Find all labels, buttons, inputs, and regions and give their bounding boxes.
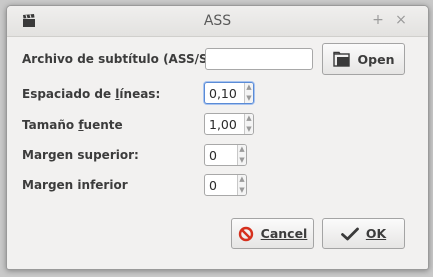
spin-down-icon[interactable]: ▼ — [239, 186, 245, 195]
open-button-label: Open — [357, 51, 395, 67]
bottom-margin-spinner[interactable]: 0 ▲ ▼ — [204, 174, 247, 196]
spin-down-icon[interactable]: ▼ — [239, 156, 245, 165]
line-spacing-value[interactable]: 0,10 — [209, 86, 237, 101]
cancel-button[interactable]: Cancel — [231, 218, 314, 249]
cancel-icon — [238, 226, 253, 241]
subtitle-file-label: Archivo de subtítulo (ASS/SSA): — [22, 52, 236, 66]
cancel-button-label: Cancel — [260, 226, 308, 241]
subtitle-file-input[interactable] — [205, 48, 313, 70]
font-size-label: Tamaño fuente — [22, 118, 123, 132]
spin-up-icon[interactable]: ▲ — [246, 83, 252, 92]
line-spacing-label: Espaciado de líneas: — [22, 87, 161, 101]
spin-up-icon[interactable]: ▲ — [246, 114, 252, 123]
spin-up-icon[interactable]: ▲ — [239, 175, 245, 184]
top-margin-value[interactable]: 0 — [209, 148, 217, 163]
spin-down-icon[interactable]: ▼ — [246, 125, 252, 134]
spin-up-icon[interactable]: ▲ — [239, 145, 245, 154]
ass-dialog: ASS + × Archivo de subtítulo (ASS/SSA): … — [6, 5, 429, 270]
open-button[interactable]: Open — [322, 43, 405, 75]
ok-button[interactable]: OK — [322, 218, 405, 249]
ok-button-label: OK — [365, 226, 387, 241]
close-button[interactable]: × — [393, 12, 409, 28]
spin-down-icon[interactable]: ▼ — [246, 94, 252, 103]
font-size-value[interactable]: 1,00 — [209, 117, 237, 132]
bottom-margin-label: Margen inferior — [22, 178, 128, 192]
title-bar[interactable]: ASS + × — [7, 6, 428, 37]
maximize-button[interactable]: + — [370, 12, 386, 28]
font-size-spinner[interactable]: 1,00 ▲ ▼ — [204, 113, 254, 135]
bottom-margin-value[interactable]: 0 — [209, 178, 217, 193]
top-margin-label: Margen superior: — [22, 148, 139, 162]
top-margin-spinner[interactable]: 0 ▲ ▼ — [204, 144, 247, 166]
window-title: ASS — [203, 13, 232, 29]
checkmark-icon — [340, 227, 359, 240]
line-spacing-spinner[interactable]: 0,10 ▲ ▼ — [204, 82, 254, 104]
folder-open-icon — [332, 51, 350, 67]
